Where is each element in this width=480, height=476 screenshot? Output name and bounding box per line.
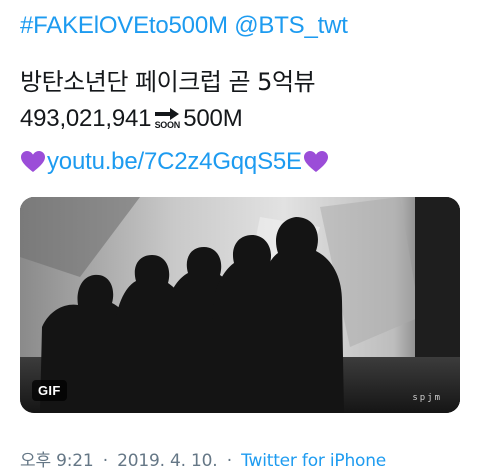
arrow-right-icon	[155, 107, 180, 120]
youtube-link[interactable]: youtu.be/7C2z4GqqS5E	[47, 148, 302, 176]
separator: ·	[226, 451, 232, 471]
view-count-target: 500M	[183, 105, 243, 132]
gif-frame-image	[20, 197, 460, 413]
tweet-text-line-4: youtu.be/7C2z4GqqS5E	[20, 148, 329, 176]
gif-media[interactable]: GIF spjm	[20, 197, 460, 413]
hashtag-link[interactable]: #FAKElOVEto500M	[20, 12, 228, 39]
tweet-time: 오후 9:21	[20, 451, 94, 471]
soon-arrow-icon: SOON	[152, 104, 182, 132]
watermark: spjm	[412, 393, 442, 403]
separator: ·	[102, 451, 108, 471]
tweet-text-line-1: #FAKElOVEto500M @BTS_twt	[20, 12, 348, 40]
purple-heart-icon	[21, 151, 45, 172]
tweet-date: 2019. 4. 10.	[117, 451, 218, 471]
tweet-source-link[interactable]: Twitter for iPhone	[241, 451, 386, 471]
tweet-meta: 오후 9:21 · 2019. 4. 10. · Twitter for iPh…	[20, 446, 386, 471]
gif-badge: GIF	[32, 380, 67, 401]
mention-link[interactable]: @BTS_twt	[234, 12, 348, 39]
tweet: #FAKElOVEto500M @BTS_twt 방탄소년단 페이크럽 곧 5억…	[0, 0, 480, 476]
view-count-current: 493,021,941	[20, 105, 152, 132]
tweet-text-line-2: 방탄소년단 페이크럽 곧 5억뷰	[20, 68, 316, 96]
purple-heart-icon	[303, 151, 328, 172]
tweet-text-line-3: 493,021,941 SOON 500M	[20, 105, 243, 133]
soon-label: SOON	[154, 119, 181, 130]
